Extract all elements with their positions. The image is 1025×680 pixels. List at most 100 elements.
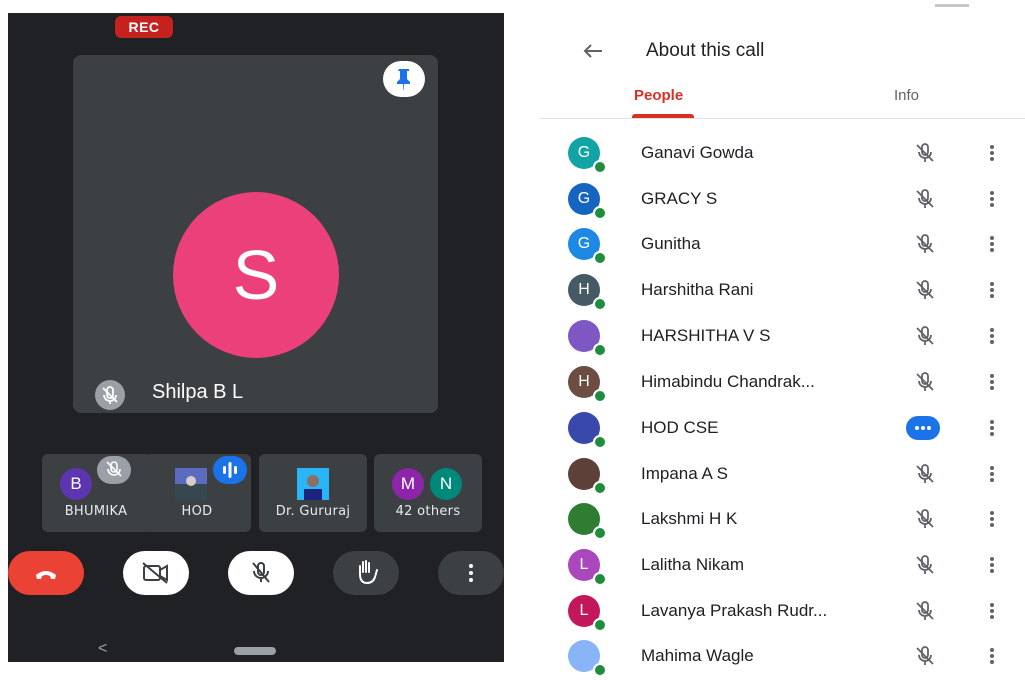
mic-off-icon xyxy=(912,369,938,395)
mic-off-icon xyxy=(912,643,938,669)
main-speaker-tile[interactable]: S Shilpa B L xyxy=(73,55,438,413)
online-status-dot xyxy=(593,663,607,677)
mic-off-icon xyxy=(912,506,938,532)
participant-row[interactable]: Lakshmi H K xyxy=(540,497,1025,543)
camera-toggle-button[interactable] xyxy=(123,551,189,595)
participant-row[interactable]: G Ganavi Gowda xyxy=(540,131,1025,177)
online-status-dot xyxy=(593,251,607,265)
participant-row[interactable]: Mahima Wagle xyxy=(540,634,1025,680)
phone-hangup-icon xyxy=(36,571,56,579)
mic-off-icon xyxy=(912,186,938,212)
participant-more-icon[interactable] xyxy=(982,232,1002,256)
gururaj-photo-avatar xyxy=(297,468,329,500)
participant-more-icon[interactable] xyxy=(982,278,1002,302)
others-avatar-m: M xyxy=(392,468,424,500)
participant-row[interactable]: G Gunitha xyxy=(540,222,1025,268)
online-status-dot xyxy=(593,526,607,540)
mic-off-icon xyxy=(912,552,938,578)
participant-more-icon[interactable] xyxy=(982,644,1002,668)
participant-row[interactable]: HARSHITHA V S xyxy=(540,314,1025,360)
thumbnail-others[interactable]: M N 42 others xyxy=(374,454,482,532)
participant-name: Harshitha Rani xyxy=(641,280,754,299)
participant-name: Lavanya Prakash Rudr... xyxy=(641,601,828,620)
tab-people[interactable]: People xyxy=(634,87,683,104)
more-options-button[interactable] xyxy=(438,551,504,595)
mic-off-icon xyxy=(912,140,938,166)
tab-info[interactable]: Info xyxy=(894,87,919,104)
about-call-panel: About this call People Info G Ganavi Gowd… xyxy=(540,0,1025,677)
participant-row[interactable]: H Harshitha Rani xyxy=(540,268,1025,314)
mic-toggle-button[interactable] xyxy=(228,551,294,595)
online-status-dot xyxy=(593,618,607,632)
pin-icon xyxy=(397,69,410,90)
participant-more-icon[interactable] xyxy=(982,416,1002,440)
participant-name: Gunitha xyxy=(641,234,701,253)
participant-name: Lalitha Nikam xyxy=(641,555,744,574)
participant-more-icon[interactable] xyxy=(982,324,1002,348)
online-status-dot xyxy=(593,572,607,586)
participant-row[interactable]: Impana A S xyxy=(540,452,1025,498)
more-dots-badge-icon xyxy=(906,415,940,441)
online-status-dot xyxy=(593,297,607,311)
nav-back-icon[interactable]: < xyxy=(98,640,107,658)
participant-row[interactable]: H Himabindu Chandrak... xyxy=(540,360,1025,406)
speaking-indicator-icon xyxy=(213,456,247,484)
hand-icon xyxy=(359,560,378,585)
end-call-button[interactable] xyxy=(8,551,84,595)
participant-more-icon[interactable] xyxy=(982,599,1002,623)
participant-more-icon[interactable] xyxy=(982,187,1002,211)
participant-row[interactable]: G GRACY S xyxy=(540,177,1025,223)
participant-name: Himabindu Chandrak... xyxy=(641,372,815,391)
online-status-dot xyxy=(593,206,607,220)
call-screen: REC S Shilpa B L B BHUMIKA HOD Dr. Gurur… xyxy=(8,13,504,662)
speaker-avatar: S xyxy=(173,192,339,358)
participant-more-icon[interactable] xyxy=(982,141,1002,165)
thumbnail-label: BHUMIKA xyxy=(64,504,128,519)
mic-off-icon xyxy=(912,598,938,624)
bhumika-avatar: B xyxy=(60,468,92,500)
mic-off-icon xyxy=(912,277,938,303)
page-title: About this call xyxy=(646,40,765,61)
participant-name: Ganavi Gowda xyxy=(641,143,754,162)
others-avatar-n: N xyxy=(430,468,462,500)
thumbnail-hod[interactable]: HOD xyxy=(143,454,251,532)
online-status-dot xyxy=(593,481,607,495)
participant-name: HARSHITHA V S xyxy=(641,326,771,345)
participant-row[interactable]: L Lalitha Nikam xyxy=(540,543,1025,589)
back-arrow-icon[interactable] xyxy=(578,36,608,66)
video-off-icon xyxy=(142,562,168,584)
participant-name: Impana A S xyxy=(641,464,728,483)
participant-more-icon[interactable] xyxy=(982,370,1002,394)
speaker-mic-off-icon xyxy=(95,380,125,410)
thumbnail-label: HOD xyxy=(181,504,213,519)
online-status-dot xyxy=(593,160,607,174)
thumbnail-label: 42 others xyxy=(395,504,461,519)
recording-badge: REC xyxy=(115,16,173,38)
speaker-name: Shilpa B L xyxy=(152,381,244,403)
online-status-dot xyxy=(593,343,607,357)
online-status-dot xyxy=(593,435,607,449)
tab-divider xyxy=(540,118,1025,119)
status-bar-indicator xyxy=(935,4,969,7)
hod-photo-avatar xyxy=(175,468,207,500)
participant-more-icon[interactable] xyxy=(982,507,1002,531)
raise-hand-button[interactable] xyxy=(333,551,399,595)
participant-row[interactable]: L Lavanya Prakash Rudr... xyxy=(540,589,1025,635)
more-vertical-icon xyxy=(469,564,473,582)
mic-off-icon xyxy=(912,323,938,349)
participant-more-icon[interactable] xyxy=(982,553,1002,577)
mic-off-icon xyxy=(252,562,270,583)
online-status-dot xyxy=(593,389,607,403)
thumbnail-bhumika[interactable]: B BHUMIKA xyxy=(42,454,150,532)
nav-home-pill[interactable] xyxy=(234,647,276,655)
participant-name: GRACY S xyxy=(641,189,718,208)
mic-off-icon xyxy=(912,231,938,257)
mic-off-icon xyxy=(912,461,938,487)
participant-name: HOD CSE xyxy=(641,418,719,437)
participant-name: Lakshmi H K xyxy=(641,509,738,528)
participant-more-icon[interactable] xyxy=(982,462,1002,486)
participant-row[interactable]: HOD CSE xyxy=(540,406,1025,452)
pin-button[interactable] xyxy=(383,61,425,97)
thumbnail-dr-gururaj[interactable]: Dr. Gururaj xyxy=(259,454,367,532)
participant-name: Mahima Wagle xyxy=(641,646,754,665)
